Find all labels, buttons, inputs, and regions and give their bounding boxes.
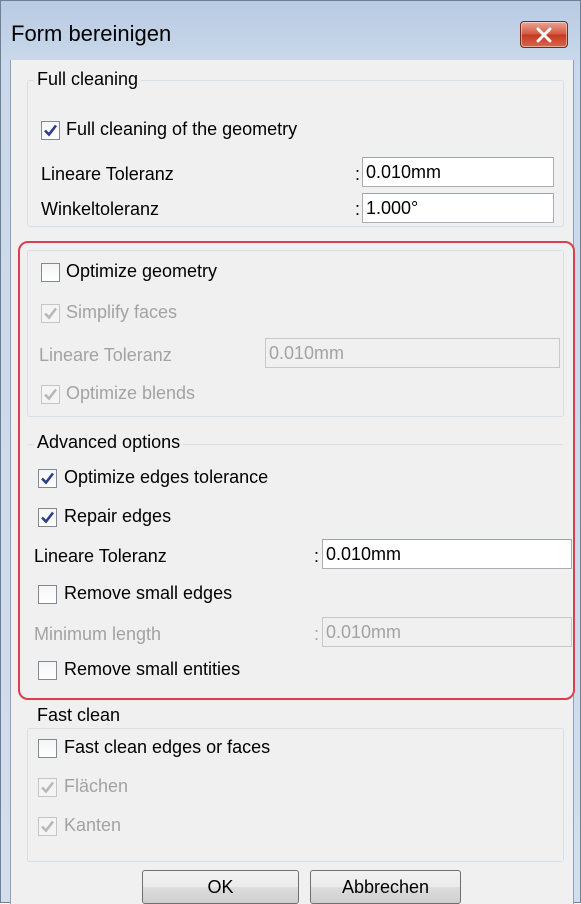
simplify-faces-label: Simplify faces [66,302,178,322]
optimize-geometry-checkbox[interactable] [41,263,60,282]
optimize-blends-checkbox[interactable] [41,385,60,404]
flaechen-checkbox[interactable] [38,778,57,797]
kanten-label: Kanten [64,815,122,835]
fast-clean-checkbox[interactable] [38,739,57,758]
optimize-geometry-label: Optimize geometry [66,261,218,281]
kanten-checkbox[interactable] [38,817,57,836]
title-bar[interactable]: Form bereinigen [1,1,580,61]
simplify-lineare-toleranz-input[interactable]: 0.010mm [265,338,560,368]
checkmark-icon [41,511,55,524]
checkmark-icon [44,388,58,401]
colon-separator: : [355,199,361,219]
minimum-length-label: Minimum length [34,624,162,644]
lineare-toleranz-label: Lineare Toleranz [41,164,174,184]
remove-small-entities-label: Remove small entities [64,659,241,679]
checkmark-icon [44,124,58,137]
colon-separator: : [314,546,320,566]
cancel-button[interactable]: Abbrechen [310,870,461,904]
repair-edges-label: Repair edges [64,506,172,526]
remove-small-edges-label: Remove small edges [64,583,233,603]
repair-edges-checkbox[interactable] [38,508,57,527]
close-icon [536,27,552,43]
fast-clean-title: Fast clean [34,705,124,726]
ok-button[interactable]: OK [142,870,299,904]
lineare-toleranz-label: Lineare Toleranz [34,546,167,566]
flaechen-label: Flächen [64,776,129,796]
window-title: Form bereinigen [11,21,172,46]
optimize-edges-checkbox[interactable] [38,469,57,488]
colon-separator: : [355,164,361,184]
advanced-options-title: Advanced options [34,432,184,453]
optimize-blends-label: Optimize blends [66,383,196,403]
lineare-toleranz-label: Lineare Toleranz [39,345,172,365]
colon-separator: : [314,624,320,644]
full-cleaning-checkbox[interactable] [41,121,60,140]
remove-small-entities-checkbox[interactable] [38,661,57,680]
minimum-length-input[interactable]: 0.010mm [322,617,572,647]
dialog-body: Full cleaning Full cleaning of the geome… [10,60,575,904]
winkeltoleranz-label: Winkeltoleranz [41,199,160,219]
winkeltoleranz-input[interactable]: 1.000° [362,193,554,223]
full-cleaning-group-title: Full cleaning [34,69,142,90]
optimize-edges-label: Optimize edges tolerance [64,467,269,487]
dialog-window: Form bereinigen Full cleaning Full clean… [0,0,581,904]
checkmark-icon [44,307,58,320]
advanced-lineare-toleranz-input[interactable]: 0.010mm [322,539,572,569]
checkmark-icon [41,472,55,485]
remove-small-edges-checkbox[interactable] [38,585,57,604]
checkmark-icon [41,781,55,794]
full-cleaning-label: Full cleaning of the geometry [66,119,298,139]
simplify-faces-checkbox[interactable] [41,304,60,323]
lineare-toleranz-input[interactable]: 0.010mm [362,157,554,187]
close-button[interactable] [520,21,568,48]
fast-clean-label: Fast clean edges or faces [64,737,271,757]
checkmark-icon [41,820,55,833]
